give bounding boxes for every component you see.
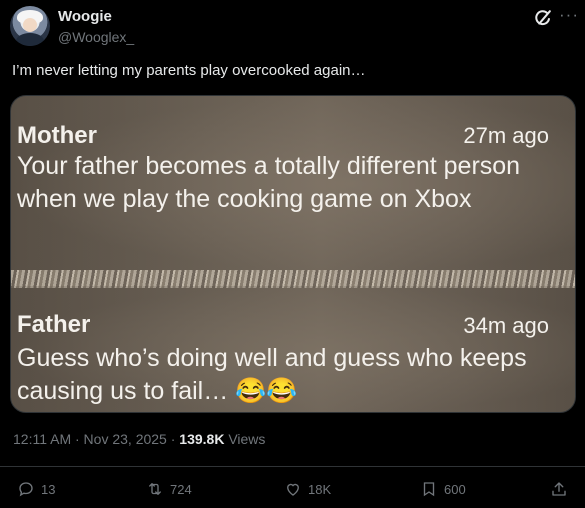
message-sender: Father <box>17 311 91 338</box>
tweet-text: I’m never letting my parents play overco… <box>12 62 366 79</box>
tweet-meta: 12:11 AM · Nov 23, 2025 · 139.8K Views <box>13 431 265 447</box>
avatar[interactable] <box>10 6 50 46</box>
action-bar: 13 724 18K 600 <box>0 476 585 504</box>
message-time: 34m ago <box>463 313 549 338</box>
message-sender: Mother <box>17 122 97 149</box>
message-text: Your father becomes a totally different … <box>17 152 521 213</box>
message-bubble-mother: Mother 27m ago Your father becomes a tot… <box>11 96 575 272</box>
avatar-face <box>23 18 37 32</box>
repost-count: 724 <box>170 481 192 497</box>
author-name[interactable]: Woogie <box>58 8 112 25</box>
repost-button[interactable]: 724 <box>146 480 192 498</box>
views-label: Views <box>224 431 266 447</box>
repost-icon <box>149 483 161 495</box>
reply-count: 13 <box>41 481 56 497</box>
bookmark-count: 600 <box>444 481 466 497</box>
reply-icon <box>19 482 33 497</box>
more-options-icon[interactable]: ··· <box>559 5 579 25</box>
bookmark-icon <box>423 482 435 497</box>
reply-button[interactable]: 13 <box>17 480 55 498</box>
tweet-header: Woogie @Wooglex_ ··· <box>10 4 578 48</box>
views-count: 139.8K <box>179 431 225 447</box>
like-count: 18K <box>308 481 332 497</box>
tweet-image[interactable]: Mother 27m ago Your father becomes a tot… <box>10 95 576 413</box>
like-button[interactable]: 18K <box>284 480 331 498</box>
message-text: Guess who’s doing well and guess who kee… <box>17 344 527 405</box>
avatar-suit <box>16 33 44 46</box>
grok-icon[interactable] <box>532 8 554 30</box>
message-time: 27m ago <box>463 123 549 148</box>
message-bubble-father: Father 34m ago Guess who’s doing well an… <box>11 286 575 412</box>
heart-icon <box>287 483 299 496</box>
bookmark-button[interactable]: 600 <box>420 480 466 498</box>
share-button[interactable] <box>550 480 568 498</box>
divider <box>0 466 585 467</box>
share-icon <box>552 482 566 496</box>
tweet-timestamp[interactable]: 12:11 AM · Nov 23, 2025 · <box>13 431 179 447</box>
author-handle[interactable]: @Wooglex_ <box>58 29 134 45</box>
